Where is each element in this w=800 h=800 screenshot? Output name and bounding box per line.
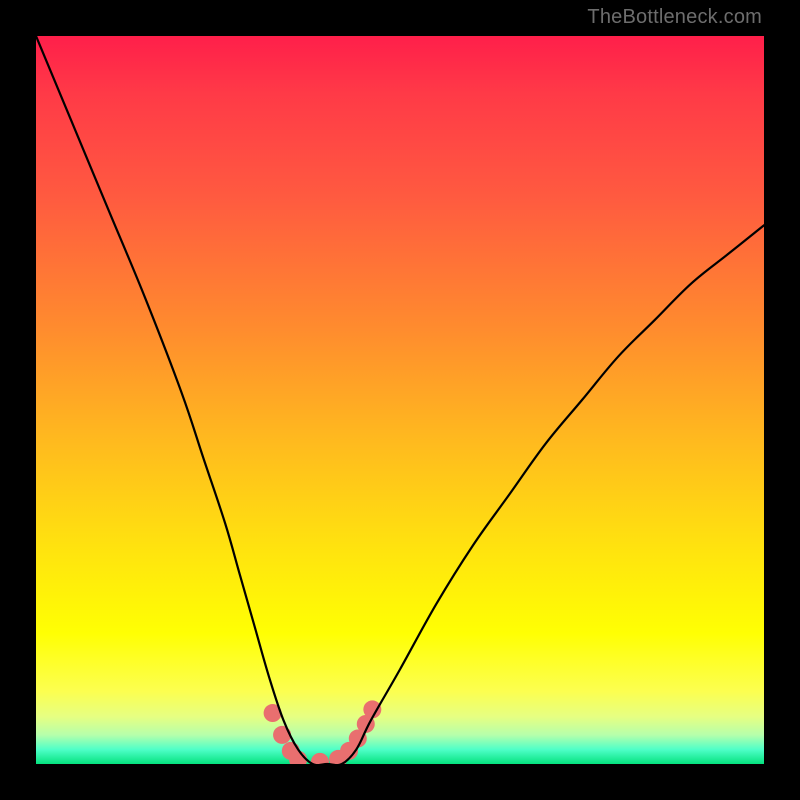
- trough-markers: [264, 700, 382, 764]
- attribution-text: TheBottleneck.com: [587, 6, 762, 29]
- plot-area: [36, 36, 764, 764]
- curve-layer: [36, 36, 764, 764]
- bottleneck-curve: [36, 36, 764, 764]
- trough-marker: [311, 753, 329, 764]
- trough-marker: [273, 726, 291, 744]
- chart-frame: TheBottleneck.com: [0, 0, 800, 800]
